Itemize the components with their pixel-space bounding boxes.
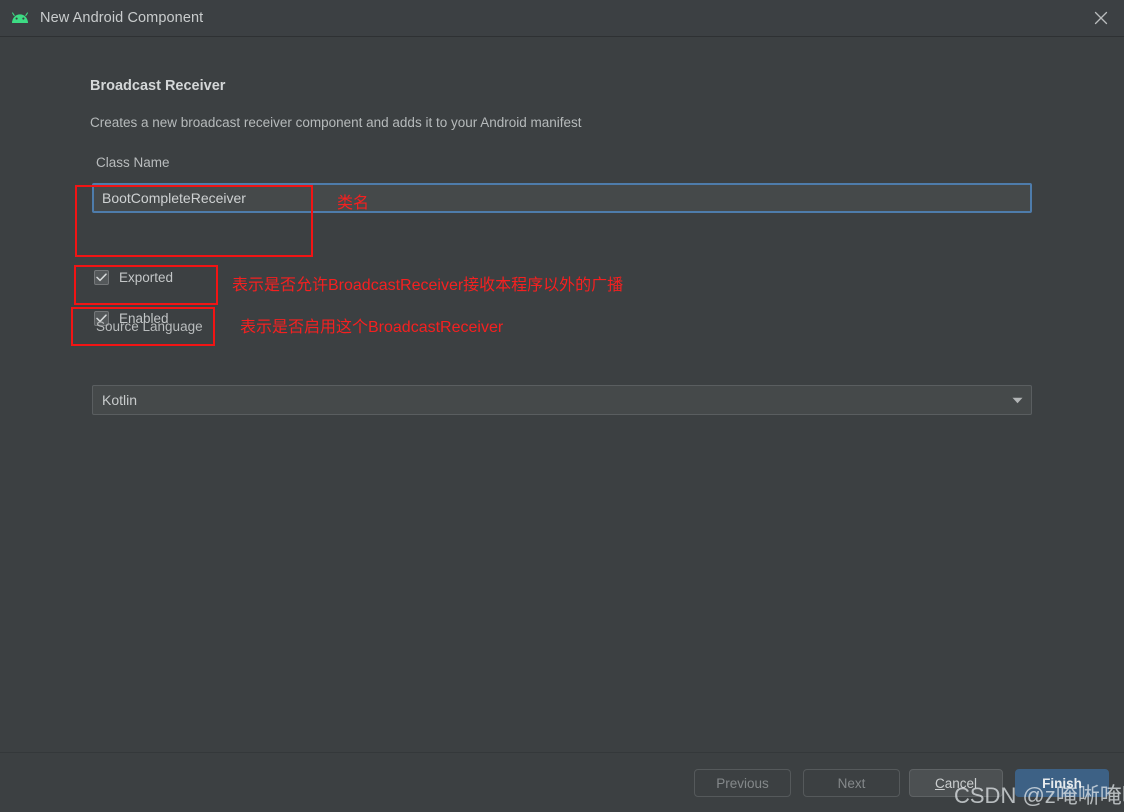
window-title: New Android Component bbox=[40, 10, 204, 26]
window-titlebar: New Android Component bbox=[0, 0, 1124, 37]
cancel-mnemonic: C bbox=[934, 775, 945, 791]
source-language-label: Source Language bbox=[96, 319, 203, 334]
cancel-label-rest: ancel bbox=[944, 775, 978, 791]
chevron-down-icon[interactable] bbox=[1003, 397, 1031, 404]
page-title: Broadcast Receiver bbox=[90, 78, 226, 94]
annotation-text-exported: 表示是否允许BroadcastReceiver接收本程序以外的广播 bbox=[232, 277, 624, 294]
dialog-content: Broadcast Receiver Creates a new broadca… bbox=[0, 37, 1124, 752]
source-language-value: Kotlin bbox=[102, 392, 138, 408]
next-button[interactable]: Next bbox=[803, 769, 900, 797]
annotation-text-enabled: 表示是否启用这个BroadcastReceiver bbox=[240, 319, 504, 336]
android-icon bbox=[10, 8, 30, 28]
exported-checkbox[interactable] bbox=[94, 270, 109, 285]
class-name-label: Class Name bbox=[96, 155, 170, 170]
finish-button[interactable]: Finish bbox=[1015, 769, 1109, 797]
class-name-input[interactable] bbox=[92, 183, 1032, 213]
page-description: Creates a new broadcast receiver compone… bbox=[90, 115, 582, 130]
cancel-button[interactable]: Cancel bbox=[909, 769, 1003, 797]
exported-label: Exported bbox=[119, 270, 174, 285]
close-icon[interactable] bbox=[1078, 0, 1124, 36]
dialog-footer: Previous Next Cancel Finish bbox=[0, 752, 1124, 812]
source-language-dropdown[interactable]: Kotlin bbox=[92, 385, 1032, 415]
previous-button[interactable]: Previous bbox=[694, 769, 791, 797]
exported-checkbox-row[interactable]: Exported bbox=[94, 270, 173, 285]
